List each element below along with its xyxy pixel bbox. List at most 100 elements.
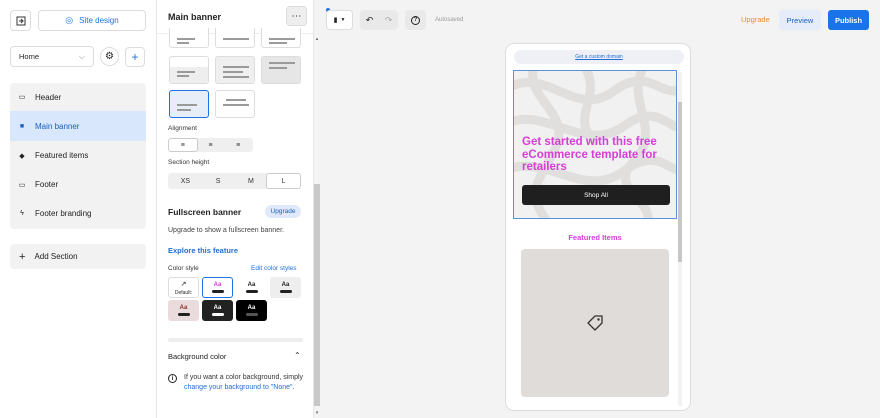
exit-icon bbox=[16, 16, 25, 25]
undo-icon[interactable]: ↶ bbox=[366, 15, 374, 26]
site-design-label: Site design bbox=[79, 16, 119, 25]
section-list: ▭ Header ■ Main banner ◆ Featured items … bbox=[10, 83, 146, 229]
height-option-s[interactable]: S bbox=[202, 174, 235, 188]
bg-info-suffix: . bbox=[292, 384, 295, 391]
tag-icon: ◆ bbox=[19, 152, 25, 160]
color-style-option[interactable]: Aa bbox=[270, 277, 301, 298]
shop-all-button[interactable]: Shop All bbox=[522, 185, 670, 205]
section-item-main-banner[interactable]: ■ Main banner bbox=[10, 111, 146, 141]
layout-option[interactable] bbox=[261, 28, 301, 48]
height-option-l[interactable]: L bbox=[267, 174, 300, 188]
redo-icon[interactable]: ↷ bbox=[385, 15, 393, 26]
background-color-label: Background color bbox=[168, 352, 227, 361]
color-style-option[interactable]: Aa bbox=[236, 277, 267, 298]
color-style-option[interactable]: Aa bbox=[236, 300, 267, 321]
page-select[interactable]: Home ⌵ bbox=[10, 46, 94, 67]
scrollbar-thumb[interactable] bbox=[314, 184, 320, 406]
edit-color-styles-link[interactable]: Edit color styles bbox=[251, 265, 297, 272]
align-center-button[interactable]: ≡ bbox=[197, 139, 225, 151]
align-right-button[interactable]: ≡ bbox=[224, 139, 252, 151]
caret-down-icon: ▼ bbox=[340, 17, 346, 23]
exit-editor-button[interactable] bbox=[10, 10, 31, 31]
plus-icon: + bbox=[19, 250, 26, 263]
scroll-down-icon[interactable]: ▾ bbox=[314, 410, 320, 416]
preview-scrollbar[interactable] bbox=[678, 72, 682, 406]
info-icon: i bbox=[168, 374, 177, 383]
more-options-button[interactable]: ⋯ bbox=[286, 6, 307, 26]
align-left-icon: ≡ bbox=[180, 141, 185, 149]
site-design-button[interactable]: ◎ Site design bbox=[38, 10, 146, 31]
device-toggle-button[interactable]: ▮ ▼ bbox=[326, 10, 353, 30]
add-section-label: Add Section bbox=[34, 252, 78, 261]
bolt-icon: ϟ bbox=[20, 210, 24, 217]
divider bbox=[168, 338, 303, 342]
section-height-label: Section height bbox=[168, 159, 210, 166]
main-banner-preview[interactable]: Get started with this free eCommerce tem… bbox=[513, 70, 677, 219]
section-item-header[interactable]: ▭ Header bbox=[10, 83, 146, 111]
align-center-icon: ≡ bbox=[208, 141, 213, 149]
section-settings-panel: Main banner ⋯ Alignment ≡ ≡ ≡ Section he… bbox=[157, 0, 314, 418]
more-icon: ⋯ bbox=[291, 10, 302, 22]
layout-option[interactable] bbox=[261, 56, 301, 84]
product-image-placeholder[interactable] bbox=[521, 249, 669, 397]
undo-redo-group: ↶ ↷ bbox=[360, 10, 398, 30]
magic-wand-icon: ↗ bbox=[180, 280, 187, 288]
change-background-link[interactable]: change your background to "None" bbox=[184, 384, 293, 391]
section-item-footer[interactable]: ▭ Footer bbox=[10, 170, 146, 199]
palette-icon: ◎ bbox=[65, 15, 74, 25]
alignment-control: ≡ ≡ ≡ bbox=[168, 138, 253, 152]
align-left-button[interactable]: ≡ bbox=[169, 139, 197, 151]
panel-scrollbar[interactable]: ▴ ▾ bbox=[314, 34, 320, 418]
page-settings-button[interactable]: ⚙ bbox=[100, 47, 119, 66]
preview-button[interactable]: Preview bbox=[779, 10, 821, 30]
layout-option[interactable] bbox=[215, 90, 255, 118]
editor-toolbar: ▮ ▼ ↶ ↷ ? Autosaved Upgrade Preview Publis… bbox=[320, 0, 880, 40]
background-info-text: If you want a color background, simply c… bbox=[184, 373, 306, 393]
section-label: Main banner bbox=[35, 121, 80, 131]
layout-option[interactable] bbox=[169, 28, 209, 48]
help-icon: ? bbox=[411, 15, 420, 25]
bookmark-icon: ■ bbox=[19, 122, 25, 130]
upgrade-badge[interactable]: Upgrade bbox=[265, 205, 301, 218]
mobile-icon: ▮ bbox=[333, 17, 338, 24]
explore-feature-link[interactable]: Explore this feature bbox=[168, 246, 238, 255]
alignment-label: Alignment bbox=[168, 125, 197, 132]
swatch-text: Aa bbox=[247, 282, 256, 288]
autosaved-status: Autosaved bbox=[435, 17, 464, 23]
section-label: Footer branding bbox=[35, 209, 92, 218]
height-option-xs[interactable]: XS bbox=[169, 174, 202, 188]
banner-heading: Get started with this free eCommerce tem… bbox=[522, 136, 657, 173]
layout-option[interactable] bbox=[215, 28, 255, 48]
section-label: Header bbox=[35, 92, 62, 102]
default-label: Default: bbox=[174, 289, 193, 296]
color-style-default[interactable]: ↗ Default: bbox=[168, 277, 199, 298]
chevron-up-icon[interactable]: ⌃ bbox=[294, 351, 301, 360]
plus-icon: + bbox=[131, 50, 139, 64]
layout-option[interactable] bbox=[215, 56, 255, 84]
header-icon: ▭ bbox=[18, 94, 26, 101]
publish-button[interactable]: Publish bbox=[828, 10, 869, 30]
section-item-featured-items[interactable]: ◆ Featured items bbox=[10, 141, 146, 170]
swatch-text: Aa bbox=[213, 282, 222, 288]
swatch-text: Aa bbox=[281, 282, 290, 288]
align-right-icon: ≡ bbox=[236, 141, 241, 149]
custom-domain-link[interactable]: Get a custom domain bbox=[575, 54, 623, 60]
bg-info-prefix: If you want a color background, simply bbox=[184, 374, 304, 381]
color-style-option-selected[interactable]: Aa bbox=[202, 277, 233, 298]
add-section-button[interactable]: + Add Section bbox=[10, 244, 146, 269]
add-page-button[interactable]: + bbox=[125, 47, 145, 67]
color-style-label: Color style bbox=[168, 265, 199, 272]
layout-option[interactable] bbox=[169, 56, 209, 84]
height-option-m[interactable]: M bbox=[235, 174, 268, 188]
color-style-option[interactable]: Aa bbox=[202, 300, 233, 321]
color-style-option[interactable]: Aa bbox=[168, 300, 199, 321]
page-select-value: Home bbox=[19, 52, 40, 61]
section-item-footer-branding[interactable]: ϟ Footer branding bbox=[10, 199, 146, 228]
preview-scrollbar-thumb[interactable] bbox=[678, 102, 682, 262]
fullscreen-description: Upgrade to show a fullscreen banner. bbox=[168, 227, 284, 234]
swatch-text: Aa bbox=[247, 305, 256, 311]
upgrade-link[interactable]: Upgrade bbox=[741, 15, 770, 24]
help-button[interactable]: ? bbox=[405, 10, 426, 30]
layout-option-selected[interactable] bbox=[169, 90, 209, 118]
section-label: Featured items bbox=[35, 151, 89, 160]
